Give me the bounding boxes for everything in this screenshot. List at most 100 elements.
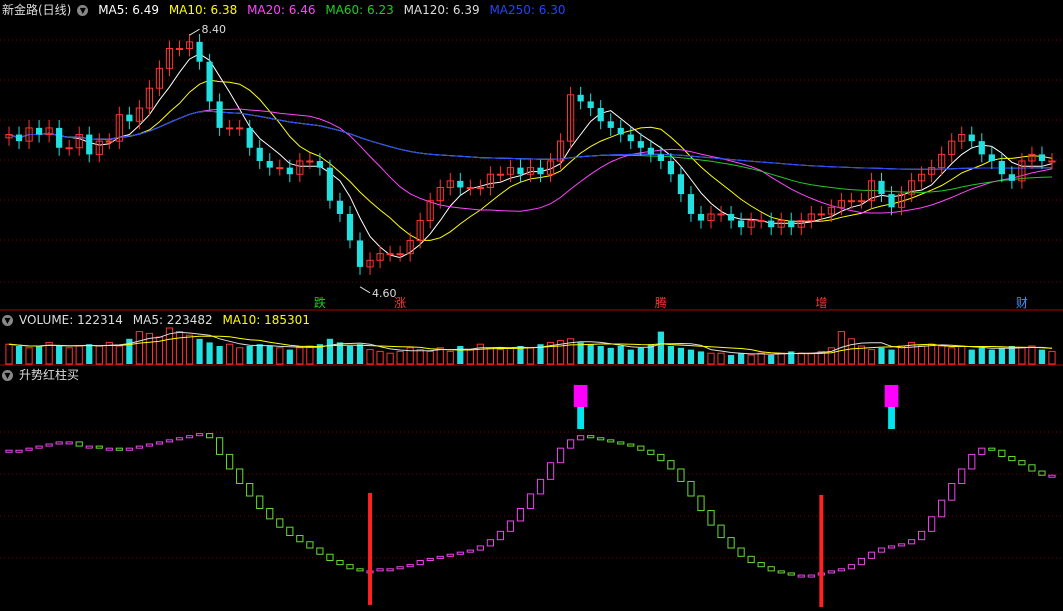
candle — [978, 141, 985, 155]
volume-bar — [878, 347, 885, 364]
volume-bar — [988, 349, 995, 364]
volume-bar — [115, 345, 123, 365]
indicator-bar — [807, 574, 815, 578]
candle — [65, 147, 73, 150]
indicator-bar — [737, 547, 745, 557]
event-marker: 涨 — [394, 295, 406, 310]
volume-bar — [697, 351, 705, 364]
indicator-bar — [637, 445, 645, 451]
volume-bar — [296, 347, 304, 365]
candle — [326, 167, 334, 201]
indicator-bar — [1008, 455, 1016, 462]
ma20-label: MA20: 6.46 — [247, 3, 316, 17]
volume-bar — [918, 345, 926, 365]
magenta-marker — [884, 385, 899, 407]
volume-bar — [617, 346, 624, 364]
indicator-bar — [496, 530, 505, 541]
indicator-bar — [827, 570, 835, 574]
low-label: 4.60 — [372, 287, 397, 300]
volume-ma5-label: MA5: 223482 — [132, 313, 213, 327]
volume-bar — [757, 352, 765, 365]
volume-bar — [526, 347, 535, 365]
volume-bar — [747, 354, 755, 365]
candle — [727, 213, 735, 221]
indicator-bar — [597, 437, 605, 441]
indicator-bar — [667, 460, 675, 470]
candle — [988, 154, 995, 161]
indicator-bar — [446, 553, 454, 557]
volume-bar — [717, 352, 725, 365]
candle — [647, 147, 654, 155]
volume-bar — [256, 344, 263, 364]
volume-bar — [587, 344, 594, 364]
indicator-bar — [336, 559, 344, 566]
candle — [737, 220, 745, 228]
indicator-bar — [857, 557, 866, 566]
indicator-bar — [1028, 464, 1036, 472]
volume-bar — [687, 349, 695, 364]
volume-bar — [1018, 347, 1026, 365]
indicator-bar — [145, 443, 154, 447]
volume-bar — [707, 352, 715, 365]
volume-bar — [867, 349, 876, 365]
indicator-bar — [256, 495, 264, 509]
indicator-bar — [998, 449, 1006, 457]
candle — [386, 253, 394, 256]
volume-bar — [196, 338, 203, 364]
volume-bar — [847, 338, 856, 365]
indicator-bar — [907, 539, 916, 545]
indicator-bar — [546, 462, 555, 480]
candle — [226, 127, 234, 130]
candle — [768, 220, 775, 228]
buy-signal-bar — [819, 494, 824, 607]
volume-bar — [5, 343, 13, 365]
volume-bar — [486, 347, 494, 365]
candle — [276, 167, 284, 170]
volume-ma10-label: MA10: 185301 — [222, 313, 310, 327]
indicator-bar — [607, 439, 615, 443]
candle — [657, 154, 664, 161]
event-marker: 跌 — [314, 295, 326, 310]
indicator-bar — [205, 433, 214, 439]
indicator-bar — [226, 453, 234, 470]
indicator-bar — [587, 435, 595, 439]
volume-bar — [978, 347, 985, 364]
volume-header: ▼ VOLUME: 122314 MA5: 223482 MA10: 185301 — [2, 312, 316, 328]
indicator-bar — [276, 518, 284, 528]
indicator-bar — [236, 468, 244, 485]
collapse-toggle-icon[interactable]: ▼ — [77, 5, 89, 16]
candle — [105, 140, 113, 143]
volume-bar — [346, 346, 354, 364]
indicator-bar — [567, 439, 575, 449]
indicator-bar — [356, 568, 364, 572]
volume-bar — [727, 355, 735, 364]
candle — [356, 240, 364, 267]
volume-bar — [938, 345, 946, 365]
volume-bar — [797, 352, 805, 365]
ma60-label: MA60: 6.23 — [325, 3, 394, 17]
candle — [1008, 174, 1015, 181]
indicator-bar — [887, 545, 896, 549]
candle — [1048, 160, 1056, 163]
candle — [206, 61, 213, 102]
candle — [998, 161, 1005, 175]
volume-toggle-icon[interactable]: ▼ — [2, 315, 13, 326]
indicator-bar — [396, 566, 404, 570]
indicator-bar — [657, 453, 665, 462]
ma10-label: MA10: 6.38 — [168, 3, 238, 17]
indicator-bar — [988, 447, 996, 451]
volume-bar — [737, 353, 745, 364]
volume-bar — [958, 345, 966, 365]
volume-bar — [246, 346, 253, 364]
candle — [537, 167, 544, 175]
volume-bar — [135, 331, 143, 365]
indicator-bar — [978, 447, 986, 455]
indicator-bar — [536, 478, 545, 495]
candle — [266, 161, 273, 168]
candle — [457, 180, 464, 188]
volume-bar — [266, 346, 273, 364]
event-marker: 腾 — [655, 295, 667, 310]
indicator-toggle-icon[interactable]: ▼ — [2, 370, 13, 381]
indicator-bar — [727, 537, 735, 549]
volume-bar — [637, 347, 644, 364]
